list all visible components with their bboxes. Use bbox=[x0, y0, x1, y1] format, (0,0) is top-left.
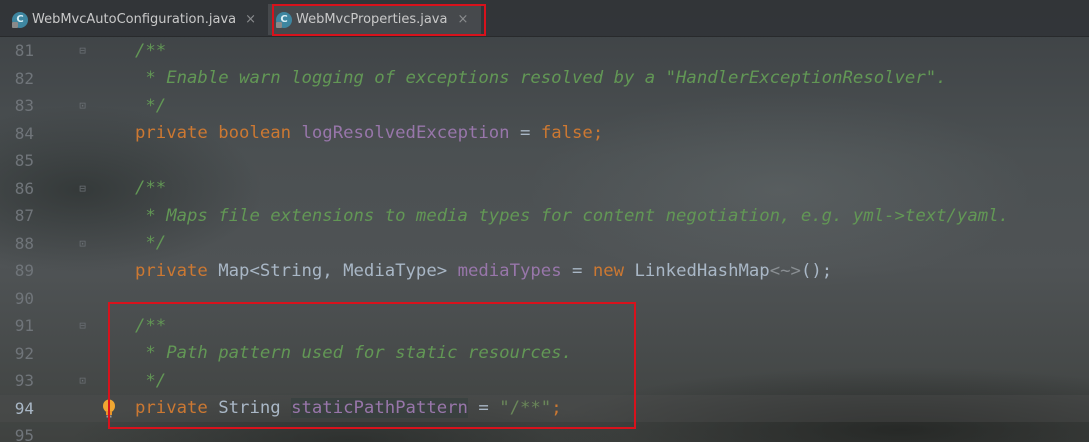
line-number: 89 bbox=[14, 261, 34, 281]
tab-label: WebMvcAutoConfiguration.java bbox=[32, 12, 237, 27]
line-number: 90 bbox=[14, 288, 34, 308]
line-number: 95 bbox=[14, 426, 34, 442]
code-line: 85 bbox=[0, 147, 1089, 175]
line-number: 85 bbox=[14, 151, 34, 171]
diamond-hint: <~> bbox=[769, 260, 801, 281]
line-number: 83 bbox=[14, 96, 34, 116]
code-statement: private boolean logResolvedException = f… bbox=[135, 123, 603, 143]
close-icon[interactable]: × bbox=[245, 12, 256, 27]
doc-comment: /** bbox=[135, 40, 167, 61]
operator: = bbox=[572, 260, 583, 281]
code-line: 89 private Map<String, MediaType> mediaT… bbox=[0, 257, 1089, 285]
line-number: 81 bbox=[14, 41, 34, 61]
doc-comment: /** bbox=[135, 178, 167, 199]
fold-marker-icon[interactable]: ⊟ bbox=[77, 182, 88, 195]
line-number: 82 bbox=[14, 68, 34, 88]
tab-webmvcautoconfiguration[interactable]: C WebMvcAutoConfiguration.java × bbox=[4, 4, 260, 35]
doc-comment: * Enable warn logging of exceptions reso… bbox=[135, 68, 947, 89]
line-number: 86 bbox=[14, 178, 34, 198]
fold-marker-icon[interactable]: ⊟ bbox=[77, 319, 88, 332]
code-line: 83 ⊡ */ bbox=[0, 92, 1089, 120]
doc-comment: * Maps file extensions to media types fo… bbox=[135, 205, 1009, 226]
field-name: logResolvedException bbox=[301, 123, 510, 144]
code-highlight-box bbox=[108, 302, 636, 429]
fold-marker-icon[interactable]: ⊡ bbox=[77, 374, 88, 387]
line-number: 84 bbox=[14, 123, 34, 143]
line-number: 87 bbox=[14, 206, 34, 226]
doc-comment: */ bbox=[135, 233, 167, 254]
keyword: false bbox=[540, 123, 593, 144]
type-name: Map<String, MediaType> bbox=[218, 260, 448, 281]
code-line: 82 * Enable warn logging of exceptions r… bbox=[0, 65, 1089, 93]
field-name: mediaTypes bbox=[457, 260, 562, 281]
tab-highlight-box bbox=[272, 4, 486, 36]
operator: = bbox=[520, 123, 531, 144]
keyword: private bbox=[135, 123, 208, 144]
fold-marker-icon[interactable]: ⊡ bbox=[77, 99, 88, 112]
line-number: 93 bbox=[14, 371, 34, 391]
line-number: 94 bbox=[14, 398, 34, 418]
code-line: 81 ⊟ /** bbox=[0, 37, 1089, 65]
line-number: 91 bbox=[14, 316, 34, 336]
code-line: 88 ⊡ */ bbox=[0, 230, 1089, 258]
type-name: LinkedHashMap bbox=[634, 260, 770, 281]
code-line: 87 * Maps file extensions to media types… bbox=[0, 202, 1089, 230]
keyword: boolean bbox=[218, 123, 292, 144]
fold-marker-icon[interactable]: ⊟ bbox=[77, 44, 88, 57]
semicolon: ; bbox=[592, 123, 604, 144]
code-line: 84 private boolean logResolvedException … bbox=[0, 120, 1089, 148]
doc-comment: */ bbox=[135, 95, 167, 116]
java-class-icon: C bbox=[12, 11, 28, 28]
code-statement: private Map<String, MediaType> mediaType… bbox=[135, 261, 832, 281]
fold-marker-icon[interactable]: ⊡ bbox=[77, 237, 88, 250]
keyword: new bbox=[592, 260, 625, 281]
line-number: 92 bbox=[14, 343, 34, 363]
editor-tab-bar: C WebMvcAutoConfiguration.java × C WebMv… bbox=[0, 0, 1089, 37]
code-line: 86 ⊟ /** bbox=[0, 175, 1089, 203]
call-parens: (); bbox=[800, 260, 833, 281]
line-number: 88 bbox=[14, 233, 34, 253]
keyword: private bbox=[135, 260, 208, 281]
